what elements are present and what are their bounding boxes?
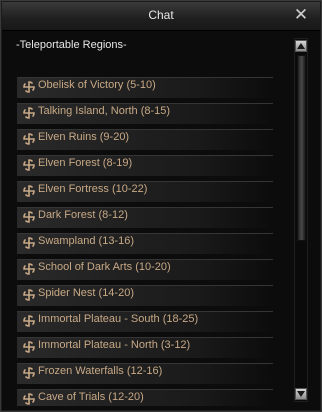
swirl-icon xyxy=(23,315,35,327)
window-title: Chat xyxy=(148,8,174,22)
list-item[interactable]: Immortal Plateau - North (3-12) xyxy=(7,334,293,360)
list-item[interactable]: Dark Forest (8-12) xyxy=(7,204,293,230)
region-list: Obelisk of Victory (5-10) Talking Island… xyxy=(7,74,293,406)
region-label: Immortal Plateau - South (18-25) xyxy=(38,313,199,325)
list-item[interactable]: Talking Island, North (8-15) xyxy=(7,100,293,126)
list-item[interactable]: Elven Forest (8-19) xyxy=(7,152,293,178)
swirl-icon xyxy=(23,211,35,223)
list-item[interactable]: Elven Ruins (9-20) xyxy=(7,126,293,152)
region-label: Elven Forest (8-19) xyxy=(38,157,133,169)
region-label: Cave of Trials (12-20) xyxy=(38,391,144,403)
chat-window: Chat ✕ -Teleportable Regions- Obelisk of… xyxy=(0,0,322,412)
region-label: Swampland (13-16) xyxy=(38,235,134,247)
list-item[interactable]: Spider Nest (14-20) xyxy=(7,282,293,308)
region-label: Immortal Plateau - North (3-12) xyxy=(38,339,191,351)
region-label: Obelisk of Victory (5-10) xyxy=(38,79,156,91)
swirl-icon xyxy=(23,81,35,93)
swirl-icon xyxy=(23,159,35,171)
chat-content: -Teleportable Regions- Obelisk of Victor… xyxy=(7,34,293,406)
list-item[interactable]: Swampland (13-16) xyxy=(7,230,293,256)
region-label: Frozen Waterfalls (12-16) xyxy=(38,365,163,377)
swirl-icon xyxy=(23,133,35,145)
scrollbar-thumb[interactable] xyxy=(297,55,306,241)
swirl-icon xyxy=(23,289,35,301)
swirl-icon xyxy=(23,341,35,353)
region-label: Elven Fortress (10-22) xyxy=(38,183,148,195)
swirl-icon xyxy=(23,237,35,249)
title-bar[interactable]: Chat ✕ xyxy=(2,2,320,31)
close-icon[interactable]: ✕ xyxy=(292,5,310,25)
list-item[interactable]: Frozen Waterfalls (12-16) xyxy=(7,360,293,386)
list-item[interactable]: Cave of Trials (12-20) xyxy=(7,386,293,406)
list-item[interactable]: Immortal Plateau - South (18-25) xyxy=(7,308,293,334)
region-label: Spider Nest (14-20) xyxy=(38,287,134,299)
region-label: Dark Forest (8-12) xyxy=(38,209,128,221)
swirl-icon xyxy=(23,367,35,379)
list-heading: -Teleportable Regions- xyxy=(16,39,127,51)
region-label: Elven Ruins (9-20) xyxy=(38,131,130,143)
region-label: School of Dark Arts (10-20) xyxy=(38,261,171,273)
list-item[interactable]: Obelisk of Victory (5-10) xyxy=(7,74,293,100)
list-item[interactable]: Elven Fortress (10-22) xyxy=(7,178,293,204)
arrow-down-icon[interactable] xyxy=(295,388,307,400)
region-label: Talking Island, North (8-15) xyxy=(38,105,171,117)
swirl-icon xyxy=(23,393,35,405)
swirl-icon xyxy=(23,263,35,275)
arrow-up-icon[interactable] xyxy=(295,40,307,52)
swirl-icon xyxy=(23,185,35,197)
swirl-icon xyxy=(23,107,35,119)
list-item[interactable]: School of Dark Arts (10-20) xyxy=(7,256,293,282)
